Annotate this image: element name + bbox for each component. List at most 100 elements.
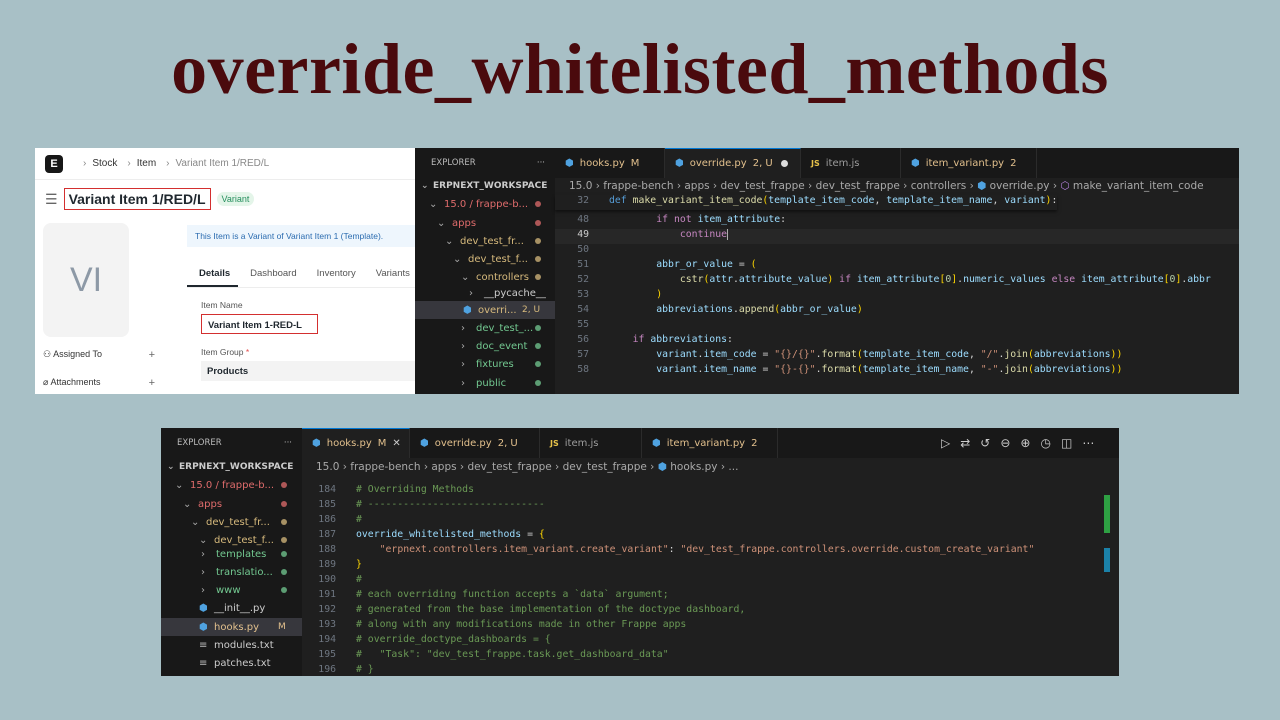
line-number: 189 [318,559,336,570]
line-number: 192 [318,604,336,615]
breadcrumb-stock[interactable]: Stock [92,158,117,169]
code-line[interactable]: 48 if not item_attribute: [555,214,786,229]
code-line[interactable]: 187 override_whitelisted_methods = { [302,529,544,544]
code-line[interactable]: 194 # override_doctype_dashboards = { [302,634,550,649]
breadcrumb-item[interactable]: Item [137,158,156,169]
tree-item[interactable]: ⌄ dev_test_fr... [161,513,302,531]
tab-variants[interactable]: Variants [364,260,415,287]
add-icon[interactable]: + [149,377,155,389]
code-line[interactable]: 54 abbreviations.append(abbr_or_value) [555,304,863,319]
code-line[interactable]: 192 # generated from the base implementat… [302,604,745,619]
editor-breadcrumb[interactable]: 15.0 › frappe-bench › apps › dev_test_fr… [569,176,1204,196]
item-name-field[interactable]: Variant Item 1-RED-L [201,314,318,334]
code-line[interactable]: 195 # "Task": "dev_test_frappe.task.get_d… [302,649,668,664]
tree-item-label: apps [452,217,477,229]
code-line[interactable]: 186 # [302,514,362,529]
tree-item[interactable]: ≡ patches.txt [161,654,302,672]
add-icon[interactable]: + [149,349,155,361]
tree-item[interactable]: ⬢ hooks.py M [161,618,302,636]
tree-item[interactable]: ⌄ dev_test_f... [415,250,555,268]
tab-inventory[interactable]: Inventory [305,260,364,287]
tree-item[interactable]: › dev_test_... [415,319,555,337]
code-line[interactable]: 190 # [302,574,362,589]
line-number: 49 [577,229,589,240]
form-tabs: Details Dashboard Inventory Variants [187,260,415,288]
run-icon[interactable]: ▷ [941,436,950,450]
tab-details[interactable]: Details [187,260,239,287]
workspace-root[interactable]: ⌄ ERPNEXT_WORKSPACE [421,177,547,195]
tab-override-py[interactable]: ⬢ override.py 2, U [665,148,801,178]
more-actions-icon[interactable]: ⋯ [1082,436,1094,450]
template-link[interactable]: Variant Item 1 (Template). [286,231,383,241]
tab-override-py[interactable]: ⬢ override.py 2, U [410,428,540,458]
tab-item-variant-py[interactable]: ⬢ item_variant.py 2 [642,428,778,458]
code-line[interactable]: 188 "erpnext.controllers.item_variant.cr… [302,544,1034,559]
avatar[interactable]: VI [43,223,129,337]
code-line[interactable]: 189} [302,559,362,574]
tree-item[interactable]: ⌄ dev_test_fr... [415,232,555,250]
sidebar-toggle-icon[interactable]: ☰ [45,191,58,208]
next-change-icon[interactable]: ⊕ [1020,436,1030,450]
code-text: # } [356,664,374,675]
compare-changes-icon[interactable]: ⇄ [960,436,970,450]
code-text: ) [656,289,663,300]
tree-item[interactable]: ⌄ apps [415,214,555,232]
tree-item[interactable]: › fixtures [415,355,555,373]
item-group-field[interactable]: Products [201,361,415,381]
tab-hooks-py[interactable]: ⬢ hooks.py M ✕ [302,428,410,458]
assigned-to-link[interactable]: ⚇ Assigned To + [43,349,155,361]
timeline-icon[interactable]: ◷ [1040,436,1050,450]
tab-item-variant-py[interactable]: ⬢ item_variant.py 2 [901,148,1037,178]
code-line[interactable]: 52 cstr(attr.attribute_value) if item_at… [555,274,1211,289]
code-line[interactable]: 53 ) [555,289,662,304]
code-line[interactable]: 184 # Overriding Methods [302,484,474,499]
tree-item[interactable]: ⌄ 15.0 / frappe-b... [415,195,555,213]
tree-item[interactable]: › doc_event [415,337,555,355]
tree-item[interactable]: ⌄ apps [161,495,302,513]
tab-item-js[interactable]: JS item.js [801,148,901,178]
sticky-scroll-line[interactable]: 32 def make_variant_item_code(template_it… [555,195,1058,210]
code-line[interactable]: 50 [555,244,609,259]
workspace-root[interactable]: ⌄ ERPNEXT_WORKSPACE [167,458,293,476]
tab-item-js[interactable]: JS item.js [540,428,642,458]
code-line[interactable]: 58 variant.item_name = "{}-{}".format(te… [555,364,1122,379]
tree-item[interactable]: ≡ modules.txt [161,636,302,654]
tree-item[interactable]: › __pycache__ [415,284,555,302]
erpnext-logo[interactable]: E [45,154,63,173]
chevron-right-icon: › [127,158,131,169]
chevron-right-icon: › [201,566,205,578]
code-line[interactable]: 51 abbr_or_value = ( [555,259,756,274]
previous-change-icon[interactable]: ⊖ [1000,436,1010,450]
more-icon[interactable]: ··· [537,158,545,168]
code-line[interactable]: 55 [555,319,609,334]
git-status-dot [281,551,287,557]
tree-item[interactable]: ⬢ overri... 2, U [415,301,555,319]
tree-item[interactable]: › www [161,581,302,599]
tree-item-label: modules.txt [214,639,274,651]
code-line[interactable]: 193 # along with any modifications made i… [302,619,686,634]
git-status-badge: M [278,622,286,632]
revert-icon[interactable]: ↺ [980,436,990,450]
code-line[interactable]: 185 # ------------------------------ [302,499,544,514]
attachments-link[interactable]: ⌀ Attachments + [43,377,155,389]
tree-item[interactable]: ⌄ 15.0 / frappe-b... [161,476,302,494]
tree-item[interactable]: › public [415,374,555,392]
code-line[interactable]: 57 variant.item_code = "{}/{}".format(te… [555,349,1122,364]
vscode-bottom-window: EXPLORER ··· ⌄ ERPNEXT_WORKSPACE ⌄ 15.0 / f… [161,428,1119,676]
tab-hooks-py[interactable]: ⬢ hooks.py M [555,148,665,178]
code-line[interactable]: 196 # } [302,664,374,676]
tree-item[interactable]: › translatio... [161,563,302,581]
code-line[interactable]: 56 if abbreviations: [555,334,733,349]
code-line[interactable]: 191 # each overriding function accepts a … [302,589,668,604]
python-file-icon: ⬢ [199,621,208,633]
editor-breadcrumb[interactable]: 15.0 › frappe-bench › apps › dev_test_fr… [316,457,738,477]
split-editor-icon[interactable]: ◫ [1061,436,1072,450]
code-line[interactable]: 49 continue [555,229,1239,244]
more-icon[interactable]: ··· [284,438,292,448]
tab-dashboard[interactable]: Dashboard [238,260,304,287]
git-status-dot [535,361,541,367]
tree-item[interactable]: › templates [161,545,302,563]
code-text: # [356,514,362,525]
tree-item[interactable]: ⬢ __init__.py [161,599,302,617]
python-icon: ⬢ [911,157,920,169]
